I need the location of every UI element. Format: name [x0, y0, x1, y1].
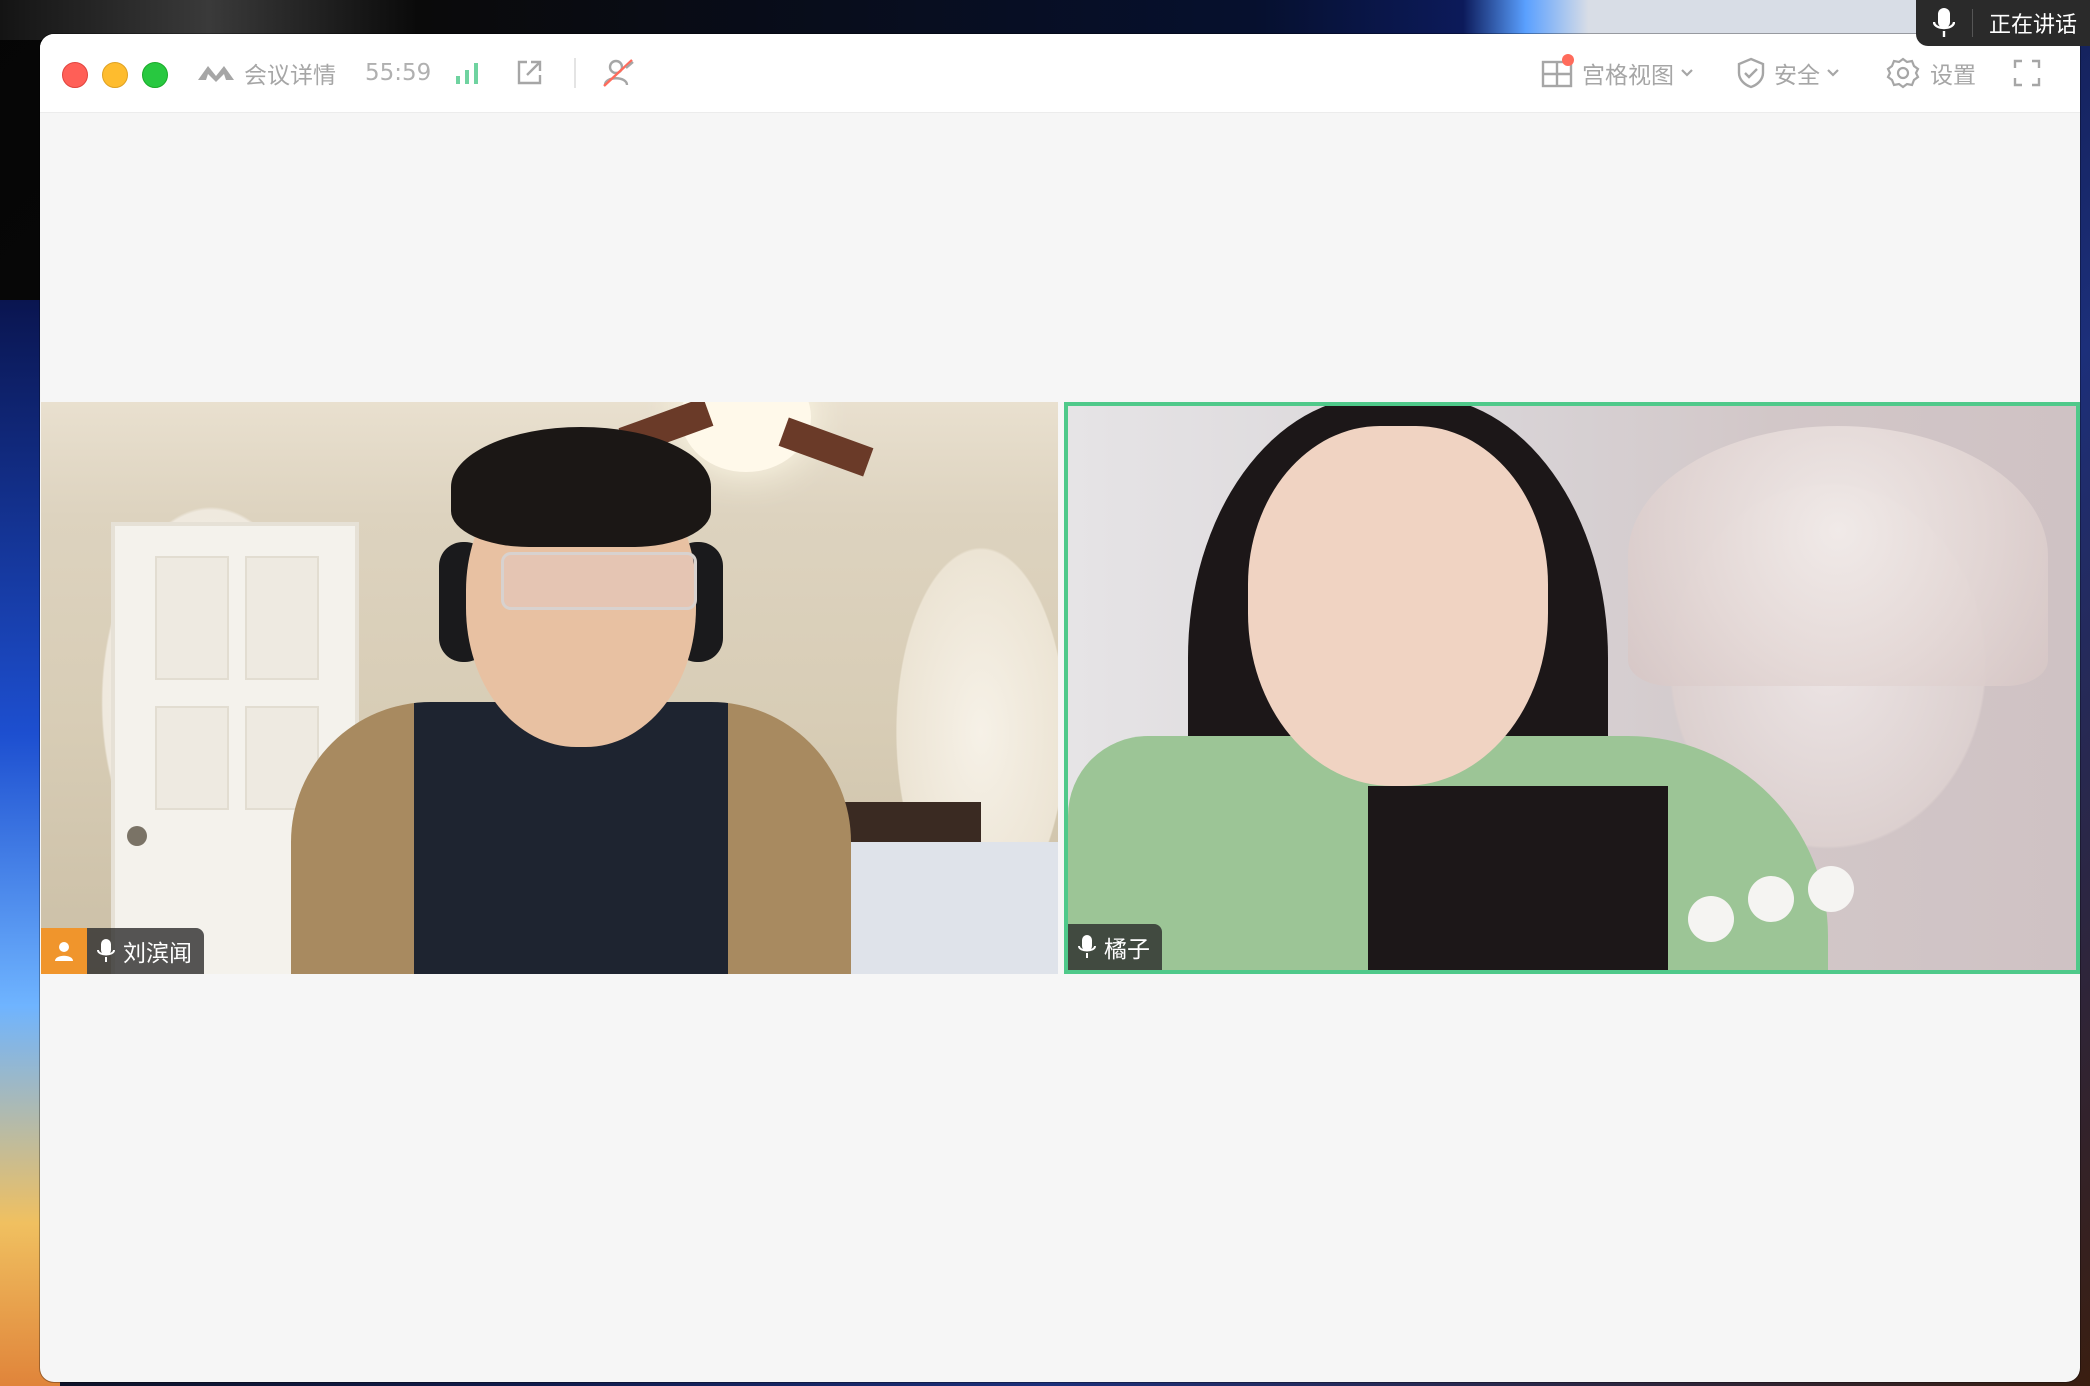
participant-name-tag: 橘子	[1068, 924, 1162, 970]
zoom-window-button[interactable]	[142, 62, 168, 88]
pompom	[1808, 866, 1854, 912]
grid-view-icon	[1540, 54, 1574, 90]
external-share-icon[interactable]	[514, 34, 544, 112]
grid-view-label: 宫格视图	[1582, 63, 1674, 89]
sofa-carving	[1628, 426, 2048, 686]
security-button[interactable]: 安全	[1736, 34, 1840, 112]
speaking-indicator-divider	[1972, 9, 1973, 37]
participant-name: 橘子	[1104, 937, 1150, 963]
minimize-window-button[interactable]	[102, 62, 128, 88]
person-icon	[55, 942, 73, 961]
meeting-details-button[interactable]: 会议详情	[196, 34, 336, 112]
hide-self-icon[interactable]	[600, 34, 638, 112]
speaking-indicator[interactable]: 正在讲话	[1916, 0, 2090, 46]
close-window-button[interactable]	[62, 62, 88, 88]
microphone-icon	[97, 938, 115, 964]
pompom	[1748, 876, 1794, 922]
title-bar: 会议详情 55:59 宫格视图 安全 设置	[40, 34, 2080, 113]
chevron-down-icon	[1680, 68, 1694, 78]
speaking-indicator-label: 正在讲话	[1989, 13, 2078, 38]
participant-name: 刘滨闻	[123, 941, 192, 967]
notification-dot	[1562, 54, 1574, 66]
meeting-window: 会议详情 55:59 宫格视图 安全 设置 刘滨闻 橘子	[40, 34, 2080, 1382]
glasses	[501, 552, 697, 610]
security-label: 安全	[1774, 63, 1820, 89]
tencent-meeting-logo-icon	[196, 62, 236, 84]
shield-icon	[1736, 56, 1766, 90]
pompom	[1688, 896, 1734, 942]
participant-name-tag: 刘滨闻	[87, 928, 204, 974]
participant-hair-lower	[1368, 786, 1668, 970]
meeting-duration: 55:59	[365, 60, 432, 86]
host-badge	[41, 928, 87, 974]
title-bar-divider	[574, 58, 576, 88]
microphone-icon	[1078, 934, 1096, 960]
settings-label: 设置	[1930, 63, 1976, 89]
chevron-down-icon	[1826, 68, 1840, 78]
fan-blade	[778, 417, 874, 477]
participant-face	[1248, 426, 1548, 786]
grid-view-button[interactable]: 宫格视图	[1540, 34, 1694, 112]
video-tile-participant-2[interactable]: 橘子	[1064, 402, 2080, 974]
signal-bars-icon[interactable]	[454, 34, 480, 112]
meeting-details-label: 会议详情	[244, 63, 336, 89]
gear-icon	[1886, 56, 1920, 90]
video-tile-participant-1[interactable]: 刘滨闻	[41, 402, 1058, 974]
participant-hair	[451, 427, 711, 547]
microphone-icon	[1916, 7, 1972, 39]
